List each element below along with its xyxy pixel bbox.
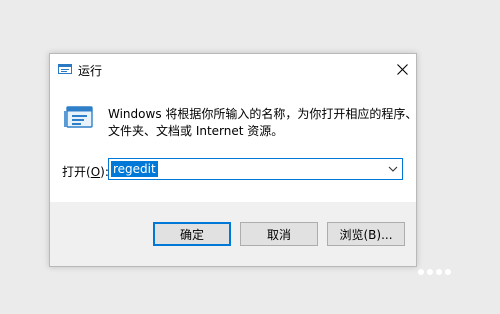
run-icon (58, 64, 72, 74)
open-input[interactable]: regedit (111, 161, 158, 177)
description-line-1: Windows 将根据你所输入的名称，为你打开相应的程序、 (108, 107, 418, 121)
desktop-dots-decoration (418, 260, 458, 275)
description-text: Windows 将根据你所输入的名称，为你打开相应的程序、 文件夹、文档或 In… (108, 106, 418, 140)
close-icon (396, 63, 408, 75)
dialog-title: 运行 (78, 64, 103, 78)
run-icon (64, 106, 93, 128)
description-line-2: 文件夹、文档或 Internet 资源。 (108, 124, 284, 138)
open-label-accesskey: O (90, 165, 101, 179)
cancel-button[interactable]: 取消 (240, 222, 318, 246)
title-bar[interactable]: 运行 (50, 54, 416, 86)
open-label: 打开(O): (62, 165, 109, 179)
dialog-footer: 确定 取消 浏览(B)... (50, 202, 416, 266)
open-combobox[interactable]: regedit (108, 158, 403, 180)
close-button[interactable] (388, 54, 416, 84)
chevron-down-icon[interactable] (387, 164, 399, 174)
run-dialog: 运行 Windows 将根据你所输入的名称，为你打开相应的程序、 文件夹、文档或… (49, 53, 417, 267)
ok-button[interactable]: 确定 (153, 222, 231, 246)
browse-button[interactable]: 浏览(B)... (327, 222, 405, 246)
